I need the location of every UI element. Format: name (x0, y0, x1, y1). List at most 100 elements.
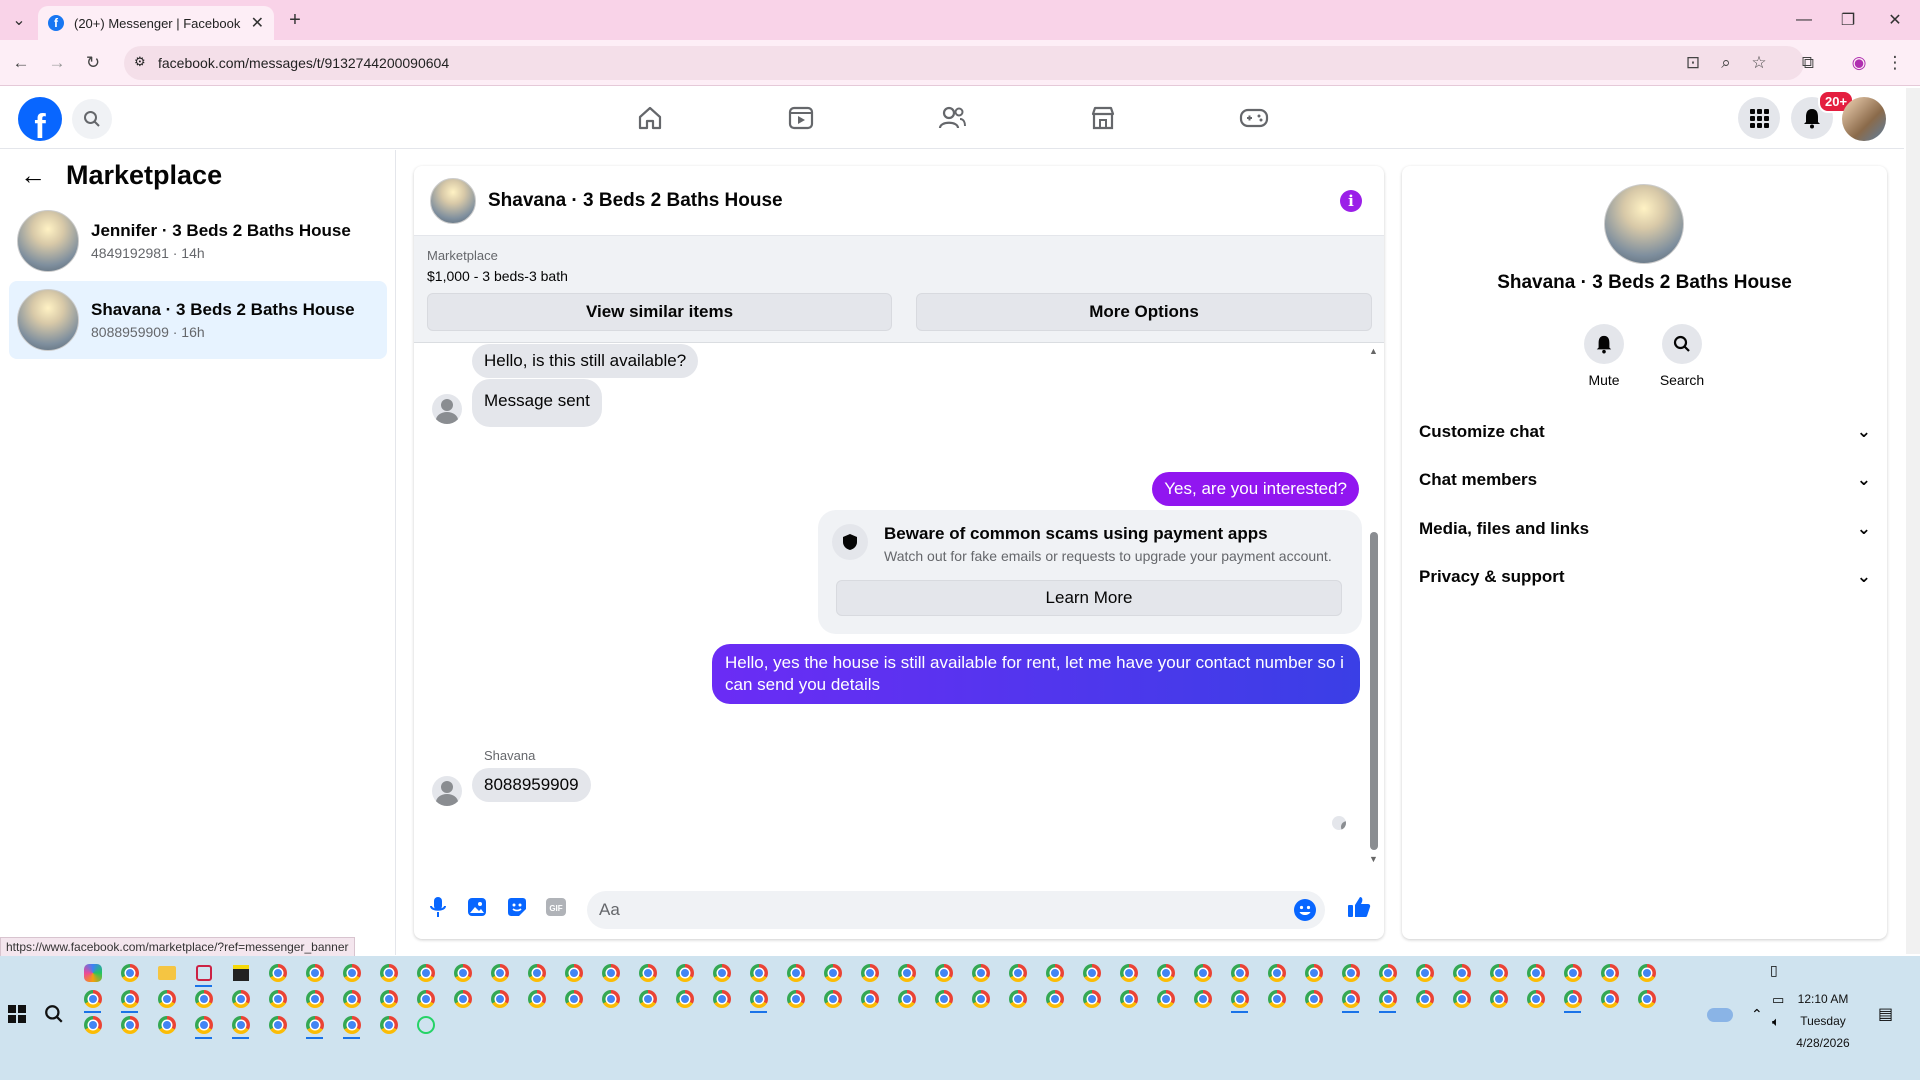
scroll-down-icon[interactable]: ▼ (1369, 854, 1378, 864)
account-avatar[interactable] (1842, 97, 1886, 141)
chrome-icon[interactable] (1036, 959, 1073, 987)
show-hidden-icons-chevron-icon[interactable]: ⌃ (1751, 1006, 1763, 1023)
chrome-icon[interactable] (148, 985, 185, 1013)
chrome-icon[interactable] (481, 959, 518, 987)
chat-members-section[interactable]: Chat members ⌄ (1419, 460, 1871, 500)
browser-tab[interactable]: f (20+) Messenger | Facebook ✕ (38, 6, 274, 40)
chrome-icon[interactable] (1443, 959, 1480, 987)
chrome-icon[interactable] (444, 959, 481, 987)
chrome-icon[interactable] (1517, 959, 1554, 987)
zoom-icon[interactable]: ⌕ (1713, 50, 1739, 76)
info-icon[interactable]: i (1340, 190, 1362, 212)
chrome-icon[interactable] (1554, 959, 1591, 987)
chrome-icon[interactable] (1628, 985, 1665, 1013)
chrome-icon[interactable] (259, 985, 296, 1013)
chrome-icon[interactable] (925, 959, 962, 987)
chrome-icon[interactable] (1295, 959, 1332, 987)
profile-icon[interactable]: ◉ (1846, 50, 1872, 76)
view-similar-button[interactable]: View similar items (427, 293, 892, 331)
chrome-icon[interactable] (555, 959, 592, 987)
mute-action[interactable]: Mute (1564, 324, 1644, 388)
chrome-icon[interactable] (333, 985, 370, 1013)
chrome-icon[interactable] (1369, 985, 1406, 1013)
chrome-icon[interactable] (888, 985, 925, 1013)
site-info-icon[interactable]: ⚙ (134, 54, 146, 70)
chrome-icon[interactable] (962, 959, 999, 987)
restore-window-icon[interactable]: ❐ (1826, 0, 1870, 40)
chrome-icon[interactable] (333, 959, 370, 987)
chrome-icon[interactable] (222, 985, 259, 1013)
chat-title[interactable]: Shavana · 3 Beds 2 Baths House (488, 190, 783, 212)
chrome-icon[interactable] (333, 1011, 370, 1039)
chrome-icon[interactable] (1443, 985, 1480, 1013)
media-files-links-section[interactable]: Media, files and links ⌄ (1419, 509, 1871, 549)
extensions-icon[interactable]: ⧉ (1795, 50, 1821, 76)
chrome-icon[interactable] (1184, 959, 1221, 987)
new-tab-icon[interactable]: + (280, 0, 310, 40)
chrome-icon[interactable] (629, 959, 666, 987)
chrome-icon[interactable] (777, 959, 814, 987)
chrome-icon[interactable] (185, 985, 222, 1013)
windows-start-icon[interactable] (8, 1005, 28, 1025)
chrome-icon[interactable] (1073, 985, 1110, 1013)
mute-bell-icon[interactable] (1584, 324, 1624, 364)
chrome-icon[interactable] (1406, 985, 1443, 1013)
chrome-icon[interactable] (259, 1011, 296, 1039)
chrome-icon[interactable] (777, 985, 814, 1013)
chrome-icon[interactable] (296, 1011, 333, 1039)
install-app-icon[interactable]: ⊡ (1680, 50, 1706, 76)
chrome-icon[interactable] (666, 959, 703, 987)
chrome-icon[interactable] (1073, 959, 1110, 987)
back-icon[interactable]: ← (8, 50, 34, 76)
chrome-icon[interactable] (1221, 959, 1258, 987)
url-field[interactable]: ⚙ facebook.com/messages/t/91327442000906… (124, 46, 1804, 80)
forward-icon[interactable]: → (44, 50, 70, 76)
chrome-icon[interactable] (740, 985, 777, 1013)
chrome-icon[interactable] (555, 985, 592, 1013)
chrome-icon[interactable] (1406, 959, 1443, 987)
chrome-icon[interactable] (1369, 959, 1406, 987)
chat-thumbnail[interactable] (430, 177, 476, 224)
chrome-icon[interactable] (370, 959, 407, 987)
chrome-icon[interactable] (1554, 985, 1591, 1013)
microphone-icon[interactable] (425, 894, 451, 920)
tab-list-chevron-icon[interactable]: ⌄ (0, 0, 38, 40)
chrome-icon[interactable] (1480, 985, 1517, 1013)
chrome-icon[interactable] (888, 959, 925, 987)
privacy-support-section[interactable]: Privacy & support ⌄ (1419, 557, 1871, 597)
system-clock[interactable]: 12:10 AM Tuesday 4/28/2026 (1778, 988, 1868, 1054)
marketplace-icon[interactable] (1048, 93, 1158, 143)
notification-center-icon[interactable]: ▤ (1878, 1004, 1893, 1024)
chrome-icon[interactable] (148, 1011, 185, 1039)
chrome-icon[interactable] (1332, 959, 1369, 987)
gif-icon[interactable]: GIF (543, 894, 569, 920)
bookmark-star-icon[interactable]: ☆ (1746, 50, 1772, 76)
chrome-icon[interactable] (1295, 985, 1332, 1013)
chrome-icon[interactable] (814, 985, 851, 1013)
onedrive-cloud-icon[interactable] (1707, 1008, 1733, 1022)
chrome-icon[interactable] (74, 1011, 111, 1039)
tray-device-icon[interactable]: ▯ (1770, 962, 1778, 979)
snipping-tool-icon[interactable] (185, 959, 222, 987)
chrome-icon[interactable] (666, 985, 703, 1013)
chrome-icon[interactable] (111, 959, 148, 987)
chrome-icon[interactable] (370, 1011, 407, 1039)
chrome-icon[interactable] (222, 1011, 259, 1039)
home-icon[interactable] (595, 93, 705, 143)
chrome-icon[interactable] (185, 1011, 222, 1039)
chrome-icon[interactable] (1628, 959, 1665, 987)
search-icon[interactable] (72, 99, 112, 139)
scrollbar-thumb[interactable] (1370, 532, 1378, 850)
chrome-icon[interactable] (703, 985, 740, 1013)
back-arrow-icon[interactable]: ← (20, 160, 46, 191)
taskbar-search-icon[interactable] (44, 1004, 64, 1029)
learn-more-button[interactable]: Learn More (836, 580, 1342, 616)
chrome-icon[interactable] (1110, 959, 1147, 987)
menu-grid-icon[interactable] (1738, 97, 1780, 139)
chrome-icon[interactable] (1221, 985, 1258, 1013)
scroll-up-icon[interactable]: ▲ (1369, 346, 1378, 356)
chrome-icon[interactable] (296, 985, 333, 1013)
chrome-icon[interactable] (703, 959, 740, 987)
chrome-icon[interactable] (1184, 985, 1221, 1013)
chrome-icon[interactable] (592, 985, 629, 1013)
